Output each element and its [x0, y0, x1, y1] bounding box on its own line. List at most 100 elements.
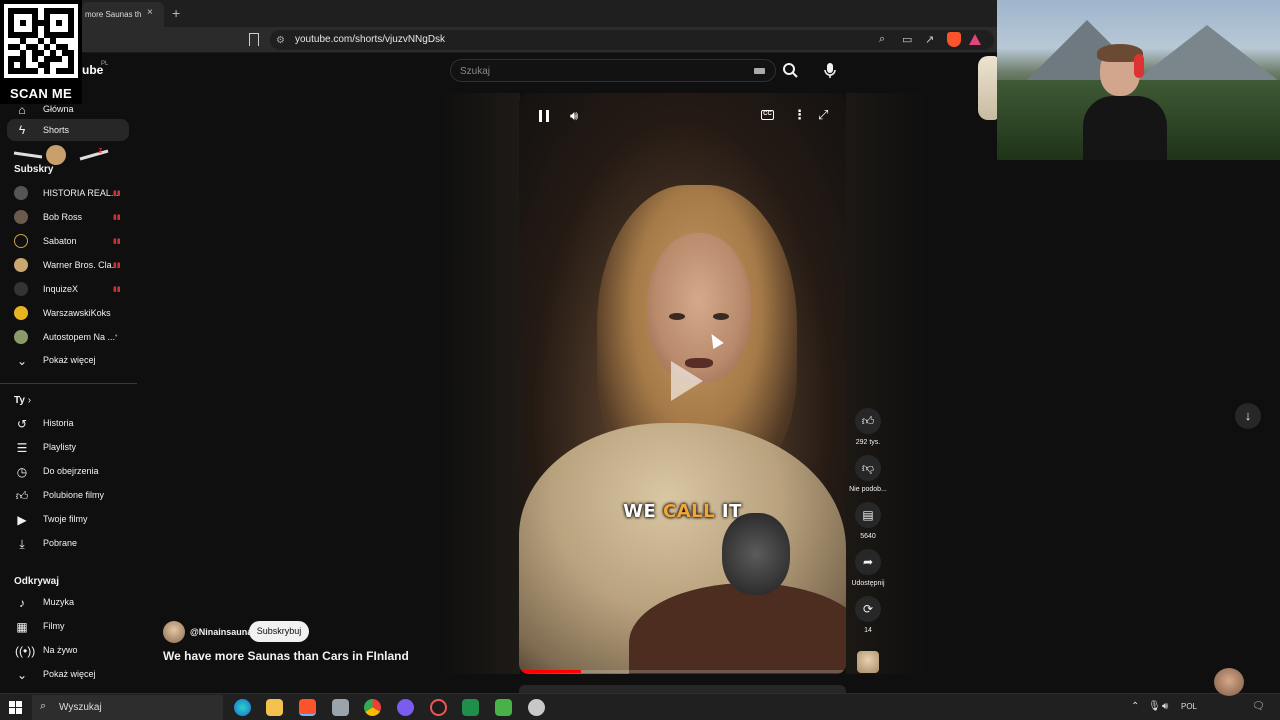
- sidebar-item-shorts[interactable]: ϟ Shorts: [7, 119, 129, 141]
- pause-icon[interactable]: [539, 110, 549, 122]
- zoom-icon[interactable]: ⌕: [879, 33, 885, 46]
- shorts-video-player[interactable]: 🔊︎ CC ⋮ ⤢ WE CALL IT: [519, 93, 846, 674]
- video-caption: WE CALL IT: [623, 501, 742, 522]
- search-input[interactable]: [460, 64, 740, 78]
- sidebar-item-liked[interactable]: 👍︎ Polubione filmy: [7, 485, 129, 507]
- sidebar-item-label: Shorts: [43, 125, 70, 135]
- channel-avatar[interactable]: [14, 210, 28, 224]
- new-tab-button[interactable]: +: [172, 5, 180, 21]
- dislike-label: Nie podob...: [849, 486, 887, 493]
- voice-search-button[interactable]: [818, 59, 842, 82]
- divider: [0, 383, 137, 384]
- live-indicator-icon: ▮▮: [113, 238, 121, 245]
- subscriptions-heading[interactable]: Subskry: [14, 164, 53, 175]
- subscription-item[interactable]: Autostopem Na ...: [43, 332, 115, 342]
- brave-rewards-icon[interactable]: [969, 34, 981, 45]
- channel-avatar[interactable]: [14, 234, 28, 248]
- sidebar-item-music[interactable]: ♪ Muzyka: [7, 592, 129, 614]
- sidebar-item-watch-later[interactable]: ◷ Do obejrzenia: [7, 461, 129, 483]
- url-text[interactable]: youtube.com/shorts/vjuzvNNgDsk: [295, 34, 445, 45]
- channel-avatar[interactable]: [14, 330, 28, 344]
- channel-avatar[interactable]: [14, 306, 28, 320]
- subscribe-button[interactable]: Subskrybuj: [249, 621, 309, 642]
- tab-close-button[interactable]: ×: [147, 7, 153, 18]
- channel-avatar[interactable]: [14, 282, 28, 296]
- bookmark-icon[interactable]: [249, 33, 259, 46]
- app-icon[interactable]: [495, 699, 512, 716]
- remix-button[interactable]: ⟳: [855, 596, 881, 622]
- windows-start-icon[interactable]: [9, 701, 22, 714]
- share-page-icon[interactable]: ↗: [925, 33, 934, 46]
- app-icon[interactable]: [332, 699, 349, 716]
- subscription-item[interactable]: InquizeX: [43, 284, 78, 294]
- sidebar-item-films[interactable]: ▦ Filmy: [7, 616, 129, 638]
- show-more-subscriptions[interactable]: ⌄ Pokaż więcej: [7, 350, 129, 372]
- channel-avatar[interactable]: [14, 258, 28, 272]
- tray-overflow-icon[interactable]: ⌃: [1131, 701, 1139, 712]
- file-explorer-icon[interactable]: [266, 699, 283, 716]
- search-box: [450, 59, 776, 82]
- video-title[interactable]: We have more Saunas than Cars in FInland: [163, 649, 409, 663]
- cast-icon[interactable]: ▭: [902, 33, 912, 46]
- search-button[interactable]: [778, 59, 802, 82]
- captions-icon[interactable]: CC: [761, 110, 774, 120]
- obs-icon[interactable]: [430, 699, 447, 716]
- sidebar-item-label: Do obejrzenia: [43, 466, 99, 476]
- notifications-icon[interactable]: 🗨︎: [1252, 701, 1265, 712]
- share-button[interactable]: ➦: [855, 549, 881, 575]
- fullscreen-icon[interactable]: ⤢: [818, 107, 828, 123]
- input-language[interactable]: POL: [1181, 702, 1197, 711]
- sidebar-item-playlists[interactable]: ☰ Playlisty: [7, 437, 129, 459]
- subscription-item[interactable]: WarszawskiKoks: [43, 308, 111, 318]
- channel-avatar[interactable]: [163, 621, 185, 643]
- brave-shield-icon[interactable]: [947, 32, 961, 47]
- next-short-button[interactable]: ↓: [1235, 403, 1261, 429]
- play-overlay-icon: [671, 361, 703, 401]
- history-icon: ↺: [16, 417, 28, 431]
- channel-name[interactable]: @Ninainsauna: [190, 627, 252, 637]
- clock-icon: ◷: [16, 465, 28, 479]
- edge-icon[interactable]: [234, 699, 251, 716]
- media-player-icon[interactable]: [462, 699, 479, 716]
- app-icon[interactable]: [397, 699, 414, 716]
- sidebar-item-downloads[interactable]: ⤓ Pobrane: [7, 533, 129, 555]
- sidebar-item-label: Główna: [43, 104, 74, 114]
- keyboard-icon[interactable]: [754, 68, 765, 74]
- sidebar-item-label: Filmy: [43, 621, 65, 631]
- audio-source-thumbnail[interactable]: [857, 651, 879, 673]
- sidebar-item-live[interactable]: ((•)) Na żywo: [7, 640, 129, 662]
- brave-browser-icon[interactable]: [299, 699, 316, 716]
- subscription-item[interactable]: Warner Bros. Cla...: [43, 260, 119, 270]
- sidebar-item-your-videos[interactable]: ▶ Twoje filmy: [7, 509, 129, 531]
- subscription-item[interactable]: HISTORIA REAL...: [43, 188, 118, 198]
- video-icon: ▶: [17, 513, 27, 527]
- volume-icon[interactable]: 🔊︎: [570, 108, 578, 124]
- webcam-overlay: [997, 0, 1280, 160]
- sidebar-item-history[interactable]: ↺ Historia: [7, 413, 129, 435]
- chevron-down-icon: ⌄: [16, 668, 28, 682]
- live-icon: ((•)): [15, 644, 36, 658]
- site-settings-icon[interactable]: ⚙: [276, 35, 285, 46]
- subscription-item[interactable]: Sabaton: [43, 236, 77, 246]
- channel-avatar[interactable]: [14, 186, 28, 200]
- sidebar: ube PL ⌂ Główna ϟ Shorts z Subskry HISTO…: [0, 53, 137, 693]
- video-frame-eye: [713, 313, 729, 320]
- comments-button[interactable]: ▤: [855, 502, 881, 528]
- video-progress-bar[interactable]: [519, 670, 846, 673]
- comment-count: 5640: [860, 533, 876, 540]
- dislike-button[interactable]: 👎︎: [855, 455, 881, 481]
- chrome-icon[interactable]: [364, 699, 381, 716]
- more-options-icon[interactable]: ⋮: [793, 107, 806, 123]
- taskbar-search[interactable]: ⌕ Wyszukaj: [32, 695, 223, 720]
- next-short-preview[interactable]: [519, 685, 846, 693]
- app-icon[interactable]: [528, 699, 545, 716]
- webcam-person-body: [1083, 96, 1167, 160]
- you-heading[interactable]: Ty ›: [14, 395, 31, 406]
- show-more-explore[interactable]: ⌄ Pokaż więcej: [7, 664, 129, 686]
- speaker-icon[interactable]: 🔊︎: [1162, 701, 1168, 712]
- like-button[interactable]: 👍︎: [855, 408, 881, 434]
- microphone-icon[interactable]: 🎙︎: [1148, 701, 1161, 712]
- sidebar-item-label: Na żywo: [43, 645, 78, 655]
- subscription-item[interactable]: Bob Ross: [43, 212, 82, 222]
- svg-text:z: z: [98, 145, 103, 155]
